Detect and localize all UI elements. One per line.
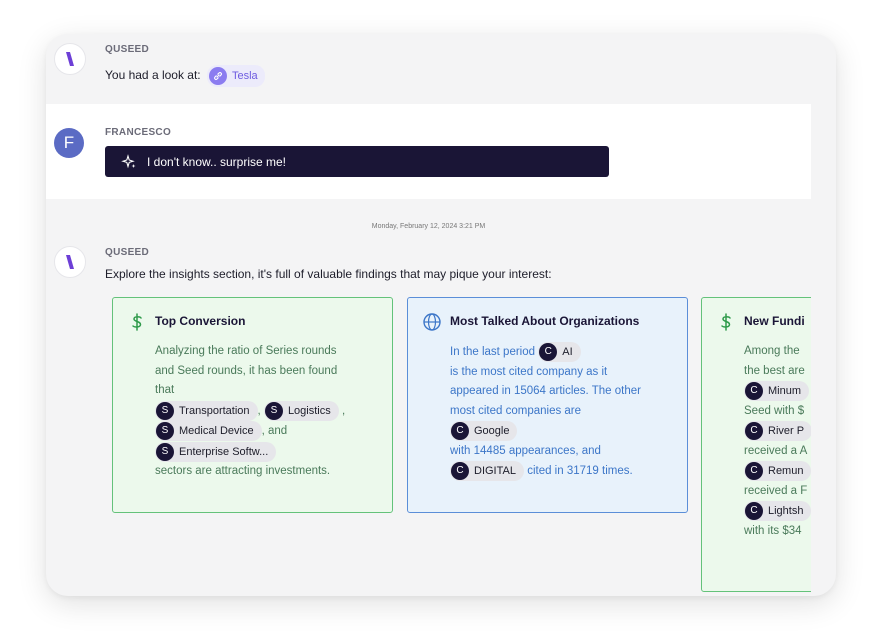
body-line: and Seed rounds, it has been found bbox=[155, 364, 338, 377]
message-quseed-1: QUSEED You had a look at: Tesla bbox=[46, 34, 811, 104]
card-title: New Fundi bbox=[744, 314, 805, 328]
separator: , bbox=[341, 404, 346, 417]
tag-row: C Google bbox=[450, 421, 675, 442]
quseed-logo-icon bbox=[66, 52, 74, 66]
body-line: Seed with $ bbox=[744, 404, 805, 417]
prompt-bubble[interactable]: I don't know.. surprise me! bbox=[105, 146, 609, 177]
card-body: In the last period C AI is the most cited… bbox=[450, 342, 675, 482]
company-tag-river[interactable]: C River P bbox=[744, 421, 811, 442]
body-line: appeared in 15064 articles. The other bbox=[450, 385, 641, 398]
tag-label: Minum bbox=[768, 385, 802, 397]
body-line: that bbox=[155, 384, 175, 396]
body-line: most cited companies are bbox=[450, 404, 582, 417]
dollar-icon bbox=[721, 313, 731, 331]
tag-label: Medical Device bbox=[179, 425, 254, 438]
sector-tag-transportation[interactable]: S Transportation bbox=[155, 400, 258, 421]
sender-name: QUSEED bbox=[105, 247, 150, 258]
company-tag-ai[interactable]: C AI bbox=[538, 342, 581, 362]
sector-tag-logistics[interactable]: S Logistics bbox=[263, 400, 339, 421]
globe-icon bbox=[423, 313, 441, 331]
body-text: cited in 31719 times. bbox=[527, 465, 633, 478]
sector-badge: S bbox=[156, 442, 174, 461]
tag-label: Lightsh bbox=[768, 505, 804, 518]
company-badge: C bbox=[745, 382, 763, 400]
tag-label: AI bbox=[562, 346, 573, 358]
link-icon bbox=[208, 67, 227, 85]
quseed-logo-icon bbox=[66, 255, 74, 269]
tag-label: Logistics bbox=[287, 404, 331, 417]
card-body: Among the the best are C Minum Seed with … bbox=[744, 342, 811, 541]
chat-scroll-area: QUSEED You had a look at: Tesla F FRANCE… bbox=[46, 34, 811, 596]
tag-row: In the last period C AI bbox=[450, 342, 675, 363]
body-line: Among the bbox=[744, 345, 800, 357]
tag-row: C River P bbox=[744, 421, 811, 442]
company-badge: C bbox=[745, 502, 763, 521]
insight-card-top-conversion[interactable]: Top Conversion Analyzing the ratio of Se… bbox=[112, 297, 393, 513]
message-text: Explore the insights section, it's full … bbox=[105, 267, 552, 281]
tag-label: River P bbox=[768, 425, 805, 438]
company-tag-remun[interactable]: C Remun bbox=[744, 461, 811, 482]
sparkles-icon bbox=[121, 153, 136, 168]
tag-label: Transportation bbox=[179, 404, 250, 417]
message-text: You had a look at: Tesla bbox=[105, 65, 265, 87]
body-line: with 14485 appearances, and bbox=[450, 444, 601, 457]
company-badge: C bbox=[745, 422, 763, 441]
sector-tag-medical-device[interactable]: S Medical Device bbox=[155, 421, 262, 442]
body-text: In the last period bbox=[450, 346, 536, 359]
chip-label: Tesla bbox=[231, 70, 258, 82]
card-body: Analyzing the ratio of Series rounds and… bbox=[155, 342, 380, 482]
sector-badge: S bbox=[264, 401, 283, 420]
conjunction: , and bbox=[261, 425, 288, 438]
body-line: with its $34 bbox=[744, 524, 802, 537]
user-avatar: F bbox=[54, 128, 84, 158]
tag-row: S Transportation, S Logistics , bbox=[155, 400, 380, 422]
body-line: received a F bbox=[744, 484, 808, 497]
tag-label: Enterprise Softw... bbox=[179, 445, 269, 458]
card-title: Top Conversion bbox=[155, 314, 246, 328]
tag-row: C Remun bbox=[744, 461, 811, 482]
quseed-avatar bbox=[54, 43, 86, 75]
company-tag-lightsh[interactable]: C Lightsh bbox=[744, 501, 811, 522]
company-badge: C bbox=[451, 462, 469, 481]
sender-name: QUSEED bbox=[105, 44, 150, 55]
timestamp: Monday, February 12, 2024 3:21 PM bbox=[371, 223, 486, 230]
separator: , bbox=[257, 404, 261, 417]
sender-name: FRANCESCO bbox=[105, 127, 172, 138]
tag-label: Remun bbox=[768, 465, 804, 478]
tag-row: C Minum bbox=[744, 381, 811, 402]
company-tag-minum[interactable]: C Minum bbox=[744, 381, 810, 401]
tag-row: S Enterprise Softw... bbox=[155, 441, 380, 463]
company-badge: C bbox=[451, 422, 469, 441]
tag-row: C DIGITAL cited in 31719 times. bbox=[450, 461, 675, 482]
body-line: the best are bbox=[744, 364, 805, 377]
quseed-avatar bbox=[54, 246, 86, 278]
body-line: is the most cited company as it bbox=[450, 365, 608, 378]
body-line: Analyzing the ratio of Series rounds bbox=[155, 345, 337, 357]
tag-row: S Medical Device , and bbox=[155, 421, 380, 442]
insight-card-new-funding[interactable]: New Fundi Among the the best are C Minum … bbox=[701, 297, 811, 592]
insight-card-most-talked[interactable]: Most Talked About Organizations In the l… bbox=[407, 297, 688, 513]
company-tag-digital[interactable]: C DIGITAL bbox=[450, 461, 524, 482]
body-line: sectors are attracting investments. bbox=[155, 465, 331, 478]
chat-window: QUSEED You had a look at: Tesla F FRANCE… bbox=[46, 34, 836, 596]
tesla-chip[interactable]: Tesla bbox=[206, 65, 265, 87]
card-title: Most Talked About Organizations bbox=[450, 314, 640, 328]
dollar-icon bbox=[132, 313, 142, 331]
tag-label: Google bbox=[474, 425, 510, 438]
company-badge: C bbox=[539, 343, 558, 361]
prompt-text: I don't know.. surprise me! bbox=[147, 154, 287, 169]
sector-badge: S bbox=[156, 422, 174, 441]
company-badge: C bbox=[745, 462, 763, 481]
company-tag-google[interactable]: C Google bbox=[450, 421, 518, 442]
sector-badge: S bbox=[156, 401, 174, 420]
tag-row: C Lightsh bbox=[744, 501, 811, 522]
message-body: You had a look at: bbox=[105, 68, 201, 83]
body-line: received a A bbox=[744, 444, 808, 457]
tag-label: DIGITAL bbox=[474, 465, 516, 478]
sector-tag-enterprise-software[interactable]: S Enterprise Softw... bbox=[155, 441, 277, 462]
